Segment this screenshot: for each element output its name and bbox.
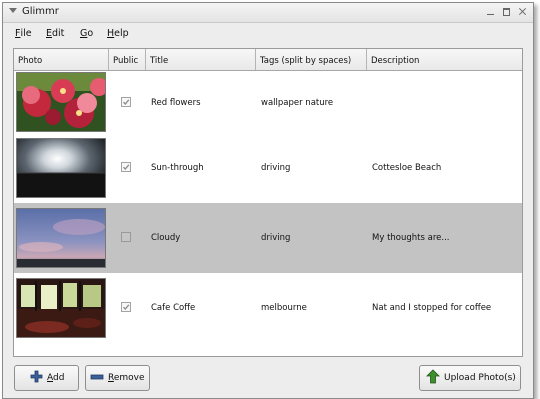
menu-edit-label: dit — [52, 28, 65, 39]
menu-go[interactable]: Go — [80, 28, 93, 39]
table-header: Photo Public Title Tags (split by spaces… — [14, 49, 522, 71]
checkmark-icon — [123, 304, 130, 310]
tags-cell[interactable]: driving — [261, 233, 290, 243]
add-button[interactable]: Add — [14, 365, 79, 391]
title-cell[interactable]: Cafe Coffe — [151, 303, 195, 313]
table-row[interactable]: Cafe Coffe melbourne Nat and I stopped f… — [14, 273, 522, 343]
close-icon[interactable] — [517, 6, 528, 17]
menu-help[interactable]: Help — [107, 28, 129, 39]
description-cell[interactable]: My thoughts are... — [372, 233, 449, 243]
tags-cell[interactable]: driving — [261, 163, 290, 173]
remove-label-rest: emove — [113, 373, 145, 383]
description-cell[interactable]: Nat and I stopped for coffee — [372, 303, 491, 313]
title-cell[interactable]: Sun-through — [151, 163, 204, 173]
upload-arrow-icon — [426, 369, 440, 387]
plus-icon — [30, 370, 43, 386]
public-checkbox[interactable] — [121, 162, 131, 172]
column-header-description[interactable]: Description — [367, 49, 522, 70]
cloudy-sky-photo — [16, 208, 106, 268]
title-cell[interactable]: Cloudy — [151, 233, 180, 243]
upload-button-label: Upload Photo(s) — [444, 373, 516, 383]
app-window: Glimmr File Edit Go Help Photo Public Ti… — [2, 2, 534, 399]
window-menu-icon[interactable] — [9, 8, 17, 13]
sun-through-clouds-photo — [16, 138, 106, 198]
table-row[interactable]: Red flowers wallpaper nature — [14, 71, 522, 133]
tags-cell[interactable]: wallpaper nature — [261, 98, 333, 108]
title-bar: Glimmr — [3, 3, 533, 23]
menu-file[interactable]: File — [15, 28, 32, 39]
column-header-title[interactable]: Title — [146, 49, 256, 70]
add-label-rest: dd — [53, 373, 65, 383]
column-header-photo[interactable]: Photo — [14, 49, 109, 70]
menu-file-label: ile — [20, 28, 32, 39]
table-row[interactable]: Sun-through driving Cottesloe Beach — [14, 133, 522, 203]
menu-edit[interactable]: Edit — [46, 28, 64, 39]
minus-icon — [90, 373, 104, 384]
title-cell[interactable]: Red flowers — [151, 98, 201, 108]
remove-button[interactable]: Remove — [85, 365, 150, 391]
description-cell[interactable]: Cottesloe Beach — [372, 163, 441, 173]
upload-photos-button[interactable]: Upload Photo(s) — [419, 365, 521, 391]
menu-go-mnemonic: G — [80, 28, 88, 39]
menu-help-label: elp — [114, 28, 129, 39]
maximize-icon[interactable] — [501, 6, 512, 17]
minimize-icon[interactable] — [485, 6, 496, 17]
menu-help-mnemonic: H — [107, 28, 115, 39]
add-button-label: Add — [47, 373, 64, 383]
table-row[interactable]: Cloudy driving My thoughts are... — [14, 203, 522, 273]
column-header-tags[interactable]: Tags (split by spaces) — [256, 49, 367, 70]
photo-table[interactable]: Photo Public Title Tags (split by spaces… — [13, 48, 523, 357]
checkmark-icon — [123, 164, 130, 170]
cafe-interior-photo — [16, 278, 106, 338]
menu-go-label: o — [87, 28, 94, 39]
window-title: Glimmr — [22, 6, 59, 17]
checkmark-icon — [123, 99, 130, 105]
menu-bar: File Edit Go Help — [3, 23, 533, 43]
red-flowers-photo — [16, 72, 106, 132]
column-header-public[interactable]: Public — [109, 49, 146, 70]
public-checkbox[interactable] — [121, 302, 131, 312]
public-checkbox[interactable] — [121, 97, 131, 107]
remove-button-label: Remove — [108, 373, 145, 383]
public-checkbox[interactable] — [121, 232, 131, 242]
tags-cell[interactable]: melbourne — [261, 303, 307, 313]
